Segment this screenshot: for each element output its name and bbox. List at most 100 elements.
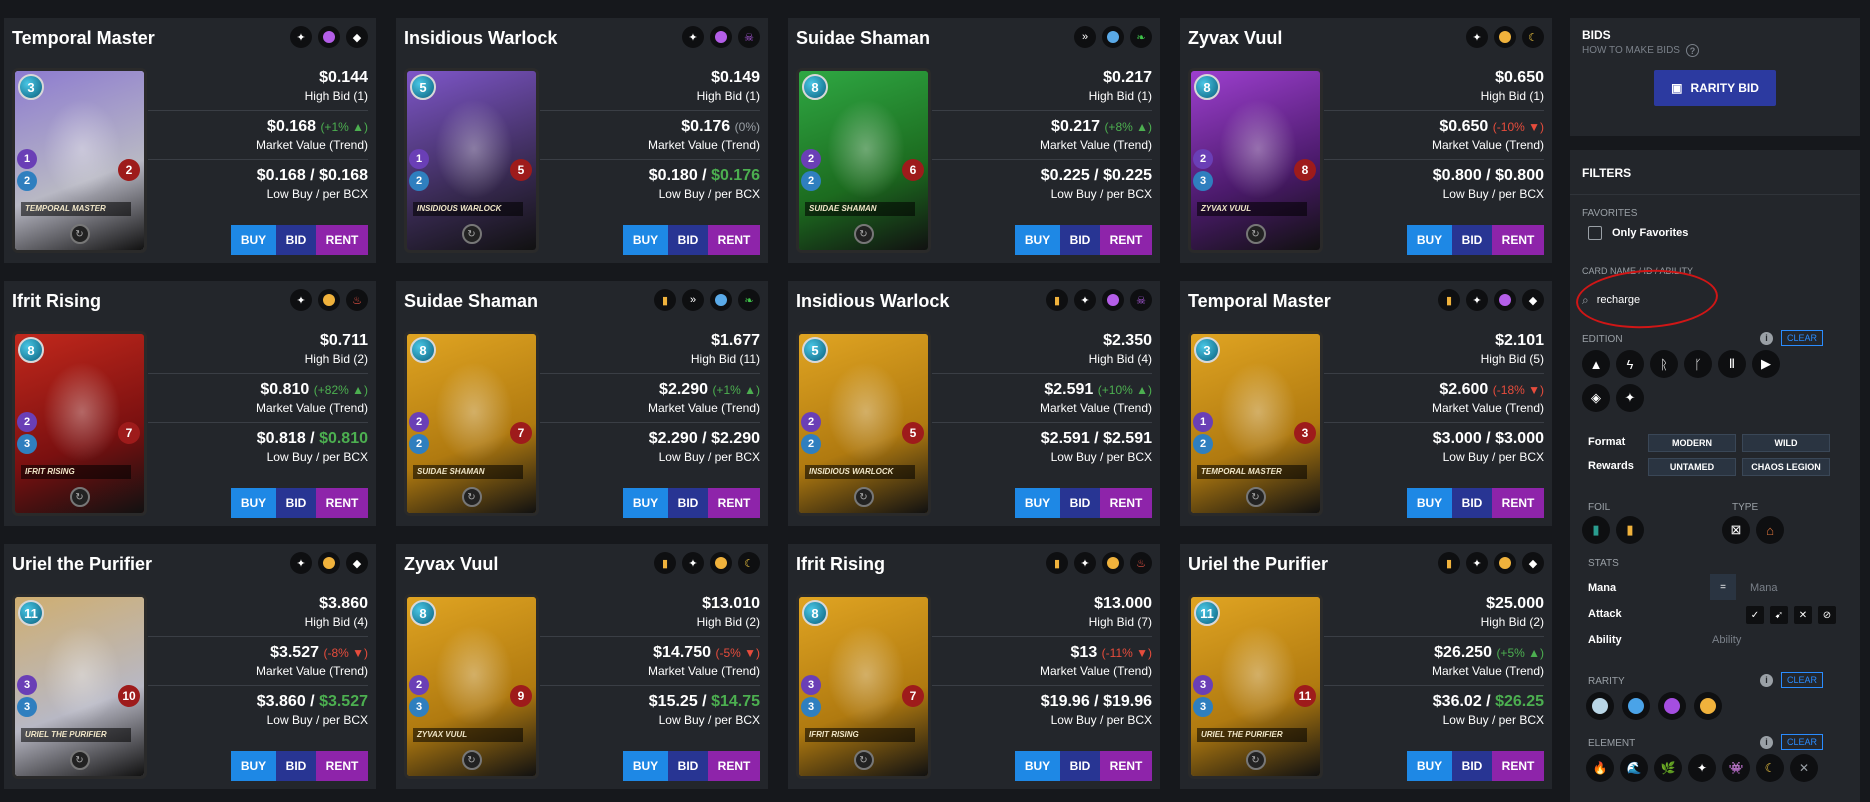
rent-button[interactable]: RENT [316,751,368,781]
element-6-icon[interactable]: ✕ [1790,754,1818,782]
bid-button[interactable]: BID [1452,225,1492,255]
help-icon[interactable]: ? [1685,44,1699,57]
edition-7-icon[interactable]: ✦ [1616,384,1644,412]
card-name[interactable]: Insidious Warlock [796,291,949,312]
card-name[interactable]: Ifrit Rising [12,291,101,312]
card-name[interactable]: Zyvax Vuul [404,554,498,575]
card-image[interactable]: 5 1 2 5 Insidious Warlock ↻ [404,68,539,253]
rent-button[interactable]: RENT [708,751,760,781]
ranged-attack-icon[interactable]: ➹ [1770,606,1788,624]
buy-button[interactable]: BUY [1407,751,1452,781]
buy-button[interactable]: BUY [623,488,668,518]
rewards-option-chaos-legion[interactable]: CHAOS LEGION [1742,458,1830,476]
card-name[interactable]: Uriel the Purifier [12,554,152,575]
rarity-0-option[interactable] [1586,692,1614,720]
bid-button[interactable]: BID [1060,488,1100,518]
buy-button[interactable]: BUY [623,225,668,255]
bid-button[interactable]: BID [668,488,708,518]
buy-button[interactable]: BUY [1015,488,1060,518]
edition-clear-button[interactable]: CLEAR [1781,330,1824,346]
monster-type-icon[interactable]: ⊠ [1722,516,1750,544]
market-card[interactable]: Suidae Shaman » ❧ 8 2 2 6 Suidae Shaman ↻… [788,18,1160,263]
rarity-clear-button[interactable]: CLEAR [1781,672,1824,688]
card-name[interactable]: Suidae Shaman [796,28,930,49]
format-option-modern[interactable]: MODERN [1648,434,1736,452]
card-image[interactable]: 8 2 2 7 Suidae Shaman ↻ [404,331,539,516]
rent-button[interactable]: RENT [1100,751,1152,781]
magic-attack-icon[interactable]: ✕ [1794,606,1812,624]
buy-button[interactable]: BUY [1015,751,1060,781]
card-name[interactable]: Zyvax Vuul [1188,28,1282,49]
market-card[interactable]: Suidae Shaman ▮ » ❧ 8 2 2 7 Suidae Shaman … [396,281,768,526]
rarity-3-option[interactable] [1694,692,1722,720]
card-image[interactable]: 3 1 2 3 Temporal Master ↻ [1188,331,1323,516]
how-to-make-bids-link[interactable]: HOW TO MAKE BIDS [1582,45,1680,56]
market-card[interactable]: Temporal Master ✦ ◆ 3 1 2 2 Temporal Mast… [4,18,376,263]
rarity-bid-button[interactable]: ▣ RARITY BID [1654,70,1776,106]
market-card[interactable]: Insidious Warlock ✦ ☠ 5 1 2 5 Insidious W… [396,18,768,263]
card-name[interactable]: Uriel the Purifier [1188,554,1328,575]
bid-button[interactable]: BID [1452,751,1492,781]
buy-button[interactable]: BUY [1015,225,1060,255]
card-image[interactable]: 8 2 2 6 Suidae Shaman ↻ [796,68,931,253]
edition-3-icon[interactable]: ᚴ [1684,350,1712,378]
rarity-info-icon[interactable]: i [1760,673,1773,687]
card-name[interactable]: Ifrit Rising [796,554,885,575]
rarity-2-option[interactable] [1658,692,1686,720]
regular-foil-icon[interactable]: ▮ [1582,516,1610,544]
rent-button[interactable]: RENT [1492,488,1544,518]
card-name[interactable]: Temporal Master [12,28,155,49]
melee-attack-icon[interactable]: ✓ [1746,606,1764,624]
card-name[interactable]: Insidious Warlock [404,28,557,49]
element-clear-button[interactable]: CLEAR [1781,734,1824,750]
no-attack-icon[interactable]: ⊘ [1818,606,1836,624]
buy-button[interactable]: BUY [623,751,668,781]
edition-1-icon[interactable]: ϟ [1616,350,1644,378]
edition-info-icon[interactable]: i [1760,331,1773,345]
market-card[interactable]: Uriel the Purifier ▮ ✦ ◆ 11 3 3 11 Uriel t… [1180,544,1552,789]
element-1-icon[interactable]: 🌊 [1620,754,1648,782]
summoner-type-icon[interactable]: ⌂ [1756,516,1784,544]
edition-2-icon[interactable]: ᚱ [1650,350,1678,378]
market-card[interactable]: Temporal Master ▮ ✦ ◆ 3 1 2 3 Temporal Mas… [1180,281,1552,526]
edition-0-icon[interactable]: ▲ [1582,350,1610,378]
card-image[interactable]: 11 3 3 11 Uriel the Purifier ↻ [1188,594,1323,779]
rent-button[interactable]: RENT [316,488,368,518]
rarity-1-option[interactable] [1622,692,1650,720]
rent-button[interactable]: RENT [1492,225,1544,255]
gold-foil-icon[interactable]: ▮ [1616,516,1644,544]
card-name[interactable]: Suidae Shaman [404,291,538,312]
only-favorites-checkbox[interactable] [1588,226,1602,240]
card-image[interactable]: 3 1 2 2 Temporal Master ↻ [12,68,147,253]
market-card[interactable]: Uriel the Purifier ✦ ◆ 11 3 3 10 Uriel th… [4,544,376,789]
element-5-icon[interactable]: ☾ [1756,754,1784,782]
format-option-wild[interactable]: WILD [1742,434,1830,452]
edition-6-icon[interactable]: ◈ [1582,384,1610,412]
buy-button[interactable]: BUY [231,225,276,255]
bid-button[interactable]: BID [276,225,316,255]
bid-button[interactable]: BID [276,488,316,518]
card-image[interactable]: 8 2 3 7 Ifrit Rising ↻ [12,331,147,516]
card-name[interactable]: Temporal Master [1188,291,1331,312]
bid-button[interactable]: BID [1060,225,1100,255]
market-card[interactable]: Ifrit Rising ▮ ✦ ♨ 8 3 3 7 Ifrit Rising ↻ … [788,544,1160,789]
rent-button[interactable]: RENT [1492,751,1544,781]
mana-operator[interactable]: = [1710,574,1736,600]
edition-5-icon[interactable]: ▶ [1752,350,1780,378]
buy-button[interactable]: BUY [1407,488,1452,518]
rent-button[interactable]: RENT [1100,488,1152,518]
card-image[interactable]: 11 3 3 10 Uriel the Purifier ↻ [12,594,147,779]
card-image[interactable]: 5 2 2 5 Insidious Warlock ↻ [796,331,931,516]
rent-button[interactable]: RENT [708,225,760,255]
market-card[interactable]: Ifrit Rising ✦ ♨ 8 2 3 7 Ifrit Rising ↻ $… [4,281,376,526]
rent-button[interactable]: RENT [708,488,760,518]
card-image[interactable]: 8 3 3 7 Ifrit Rising ↻ [796,594,931,779]
element-4-icon[interactable]: 👾 [1722,754,1750,782]
rent-button[interactable]: RENT [316,225,368,255]
bid-button[interactable]: BID [668,751,708,781]
bid-button[interactable]: BID [276,751,316,781]
market-card[interactable]: Insidious Warlock ▮ ✦ ☠ 5 2 2 5 Insidious … [788,281,1160,526]
element-0-icon[interactable]: 🔥 [1586,754,1614,782]
buy-button[interactable]: BUY [231,488,276,518]
market-card[interactable]: Zyvax Vuul ▮ ✦ ☾ 8 2 3 9 Zyvax Vuul ↻ $13.… [396,544,768,789]
